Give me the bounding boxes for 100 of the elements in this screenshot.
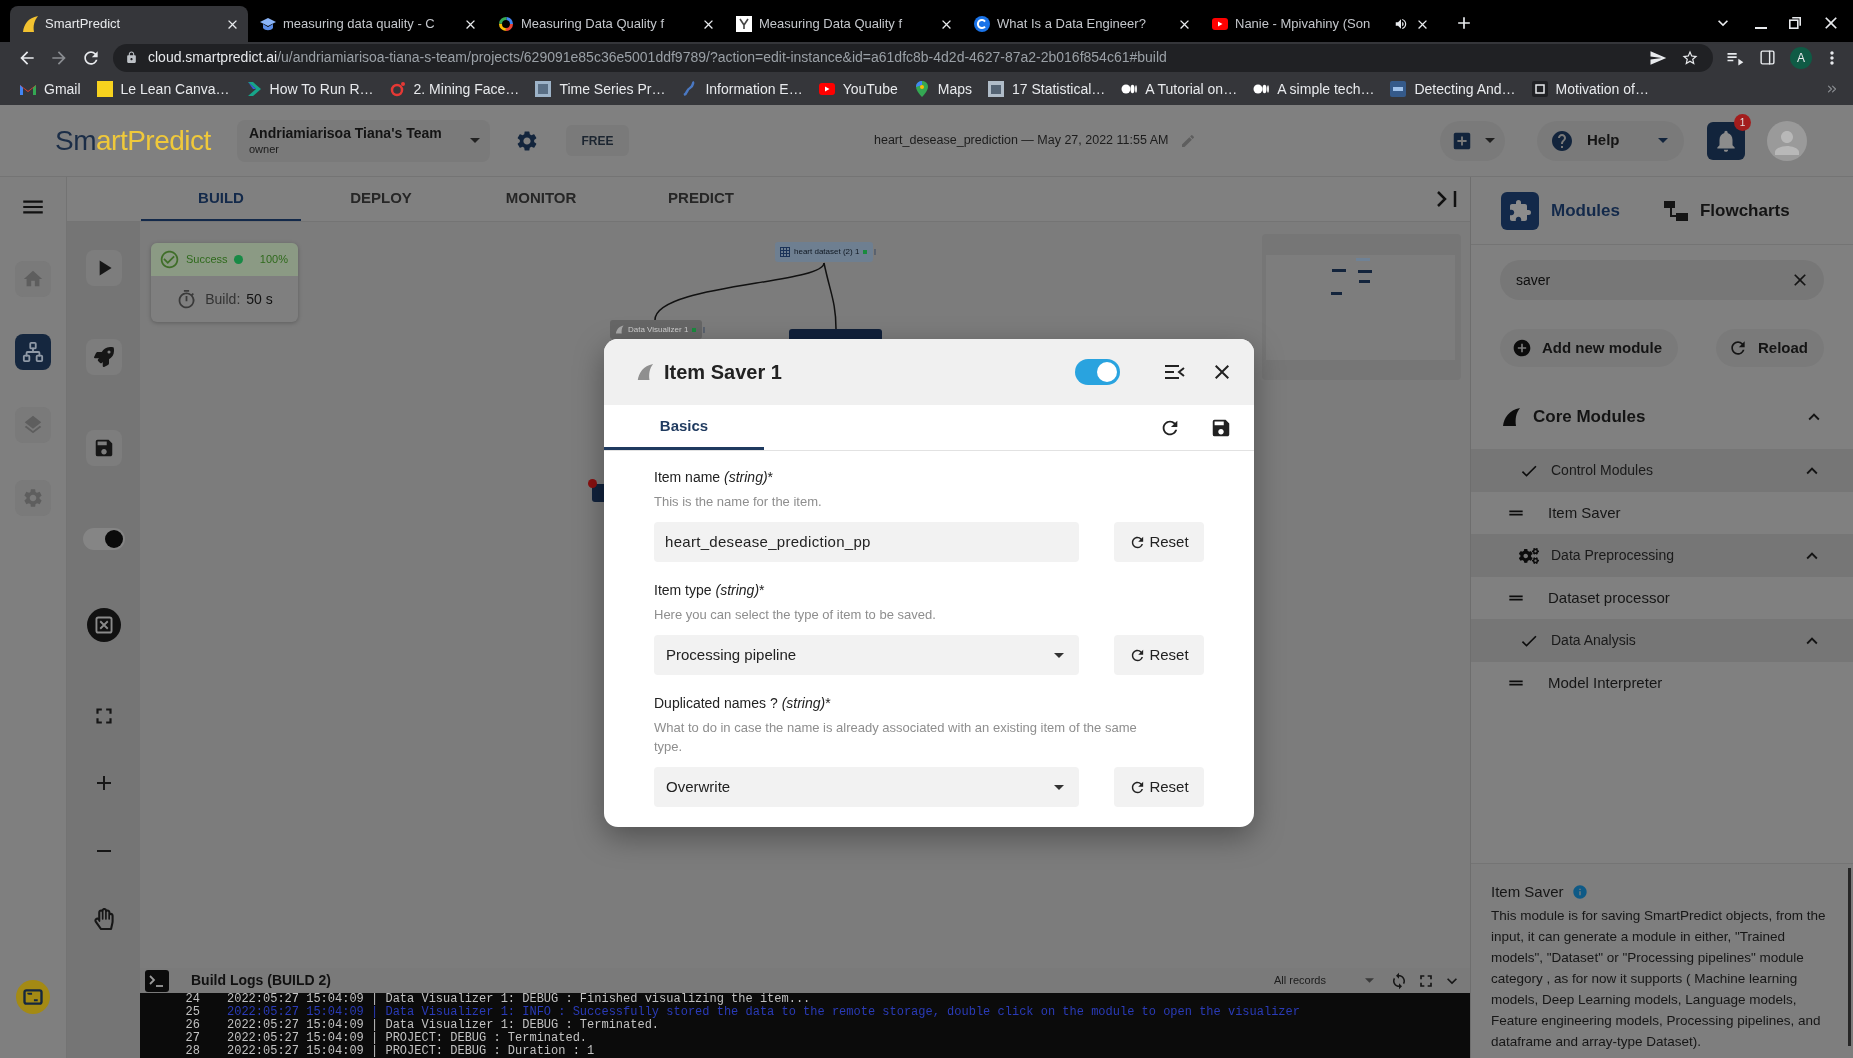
panel-tab[interactable]: Flowcharts <box>1663 197 1790 224</box>
address-bar[interactable]: cloud.smartpredict.ai/u/andriamiarisoa-tiana-s-team/projects/629091e85c36e5001ddf9789/?action=edit-instance&id=a61dfc8b-4d2d-4627-87a2-2b016f854c61#build <box>113 43 1713 72</box>
panel-tab[interactable]: Modules <box>1501 191 1620 230</box>
module-item[interactable]: Dataset processor <box>1471 577 1853 619</box>
table-icon <box>780 247 790 257</box>
add-module-button[interactable]: Add new module <box>1500 329 1678 367</box>
ring-icon <box>389 81 406 97</box>
field-label: Duplicated names ? (string)* <box>654 694 831 712</box>
progress-percent: 100% <box>259 252 288 268</box>
scrollbar-thumb[interactable] <box>1848 868 1851 1046</box>
add-menu-button[interactable] <box>1440 120 1505 161</box>
description-text: This module is for saving SmartPredict objects, from the input, it can generate a module in either, "Trained models", "Dataset" or "Processing pipelines" module category , as for now it supports ( Machine learning models, Deep Learning models, Language models, Feature engineering models, Processing pipelines, and dataframe and array-type Dataset). <box>1491 906 1827 1051</box>
side-panel-icon[interactable] <box>1759 49 1776 66</box>
module-item[interactable]: Item Saver <box>1471 492 1853 534</box>
leaf-icon <box>22 16 38 32</box>
tile-icon <box>1531 81 1548 97</box>
category-row[interactable]: Data Analysis <box>1471 619 1853 662</box>
speaker-icon[interactable] <box>1394 17 1408 31</box>
caret-icon <box>1484 138 1495 143</box>
module-node[interactable]: heart dataset (2) 1 <box>775 242 873 262</box>
run-button[interactable] <box>85 250 122 286</box>
browser-tab[interactable]: Nanie - Mpivahiny (Son <box>1200 6 1438 42</box>
hierarchy-button[interactable] <box>15 334 51 370</box>
dialog-tab[interactable]: Basics <box>604 405 764 450</box>
profile-avatar[interactable]: A <box>1790 46 1812 69</box>
close-box-icon[interactable] <box>86 608 121 642</box>
ring-icon <box>498 16 514 32</box>
restore-icon[interactable] <box>1789 17 1801 29</box>
save-button[interactable] <box>85 430 122 466</box>
section-header[interactable]: Core Modules <box>1471 394 1853 439</box>
collapse-icon[interactable] <box>1165 365 1185 379</box>
deploy-button[interactable] <box>85 339 122 375</box>
field-hint: Here you can select the type of item to be saved. <box>654 606 936 624</box>
module-node[interactable] <box>789 329 882 339</box>
toggle-switch[interactable] <box>82 528 125 550</box>
records-filter[interactable]: All records <box>1270 969 1374 992</box>
bookmark[interactable]: How To Run R… <box>245 78 374 100</box>
help-button[interactable]: Help <box>1537 120 1684 161</box>
cap-icon <box>260 16 276 32</box>
browser-tab[interactable]: Measuring Data Quality f <box>486 6 724 42</box>
bookmark[interactable]: Detecting And… <box>1390 78 1516 100</box>
bookmark[interactable]: Time Series Pr… <box>535 78 666 100</box>
line-number: 26 <box>184 1019 200 1032</box>
more-bookmarks-icon[interactable] <box>1825 82 1839 96</box>
help-icon <box>1550 128 1574 153</box>
reload-button[interactable]: Reload <box>1716 329 1824 367</box>
bookmark[interactable]: Maps <box>913 78 972 100</box>
category-row[interactable]: Control Modules <box>1471 449 1853 492</box>
team-selector[interactable]: Andriamiarisoa Tiana's Team owner <box>237 119 490 162</box>
browser-tab[interactable]: measuring data quality - C <box>248 6 486 42</box>
input-field[interactable]: heart_desease_prediction_pp <box>654 522 1079 562</box>
image-icon <box>987 81 1004 97</box>
bookmark[interactable]: Motivation of… <box>1531 78 1649 100</box>
info-icon <box>1571 884 1588 901</box>
reset-button[interactable]: Reset <box>1114 635 1204 675</box>
settings-icon <box>22 487 44 509</box>
module-node[interactable]: Data Visualizer 1 <box>610 320 702 339</box>
enable-switch[interactable] <box>1075 359 1120 385</box>
build-label: Build: <box>205 289 241 309</box>
bookmark[interactable]: Gmail <box>20 78 81 100</box>
hand-icon[interactable] <box>93 908 114 930</box>
caret-icon <box>470 138 480 143</box>
map-pin-icon <box>913 81 930 97</box>
bookmark[interactable]: Information E… <box>681 78 803 100</box>
bookmark[interactable]: A simple tech… <box>1253 78 1375 100</box>
warning-badge-icon <box>588 479 597 488</box>
bookmark[interactable]: 17 Statistical… <box>987 78 1106 100</box>
search-field[interactable]: saver <box>1500 260 1824 300</box>
module-item[interactable]: Model Interpreter <box>1471 662 1853 704</box>
field-label: Item type (string)* <box>654 581 765 599</box>
browser-tab[interactable]: Measuring Data Quality f <box>724 6 962 42</box>
select-field[interactable]: Overwrite <box>654 767 1079 807</box>
bookmark[interactable]: A Tutorial on… <box>1121 78 1238 100</box>
bookmark[interactable]: Le Lean Canva… <box>96 78 230 100</box>
browser-tab[interactable]: What Is a Data Engineer? <box>962 6 1200 42</box>
browser-tab[interactable]: SmartPredict <box>10 6 248 42</box>
category-row[interactable]: Data Preprocessing <box>1471 534 1853 577</box>
reset-button[interactable]: Reset <box>1114 522 1204 562</box>
view-tab[interactable]: PREDICT <box>621 177 781 221</box>
dialog-title: Item Saver 1 <box>664 360 782 385</box>
module-node[interactable] <box>592 484 604 502</box>
settings-icon[interactable] <box>515 128 539 153</box>
reset-button[interactable]: Reset <box>1114 767 1204 807</box>
frame-icon[interactable] <box>16 980 50 1014</box>
select-field[interactable]: Processing pipeline <box>654 635 1079 675</box>
line-number: 27 <box>184 1032 200 1045</box>
gears-icon <box>1519 546 1539 565</box>
logo-text: SmartPredict <box>55 126 212 155</box>
refresh-icon <box>1728 338 1748 358</box>
puzzle-icon <box>1501 191 1539 230</box>
project-title: heart_desease_prediction — May 27, 2022 11:55 AM <box>874 132 1169 150</box>
square-icon <box>96 81 113 97</box>
collapse-panel-icon[interactable] <box>1436 190 1458 208</box>
leaf-icon <box>1501 406 1521 427</box>
view-tab[interactable]: DEPLOY <box>301 177 461 221</box>
bookmark[interactable]: YouTube <box>818 78 898 100</box>
image-icon <box>535 81 552 97</box>
log-line: 2022:05:27 15:04:09 | Data Visualizer 1: DEBUG : Finished visualizing the item... <box>227 993 811 1006</box>
bookmark[interactable]: 2. Mining Face… <box>389 78 520 100</box>
view-tab[interactable]: MONITOR <box>461 177 621 221</box>
